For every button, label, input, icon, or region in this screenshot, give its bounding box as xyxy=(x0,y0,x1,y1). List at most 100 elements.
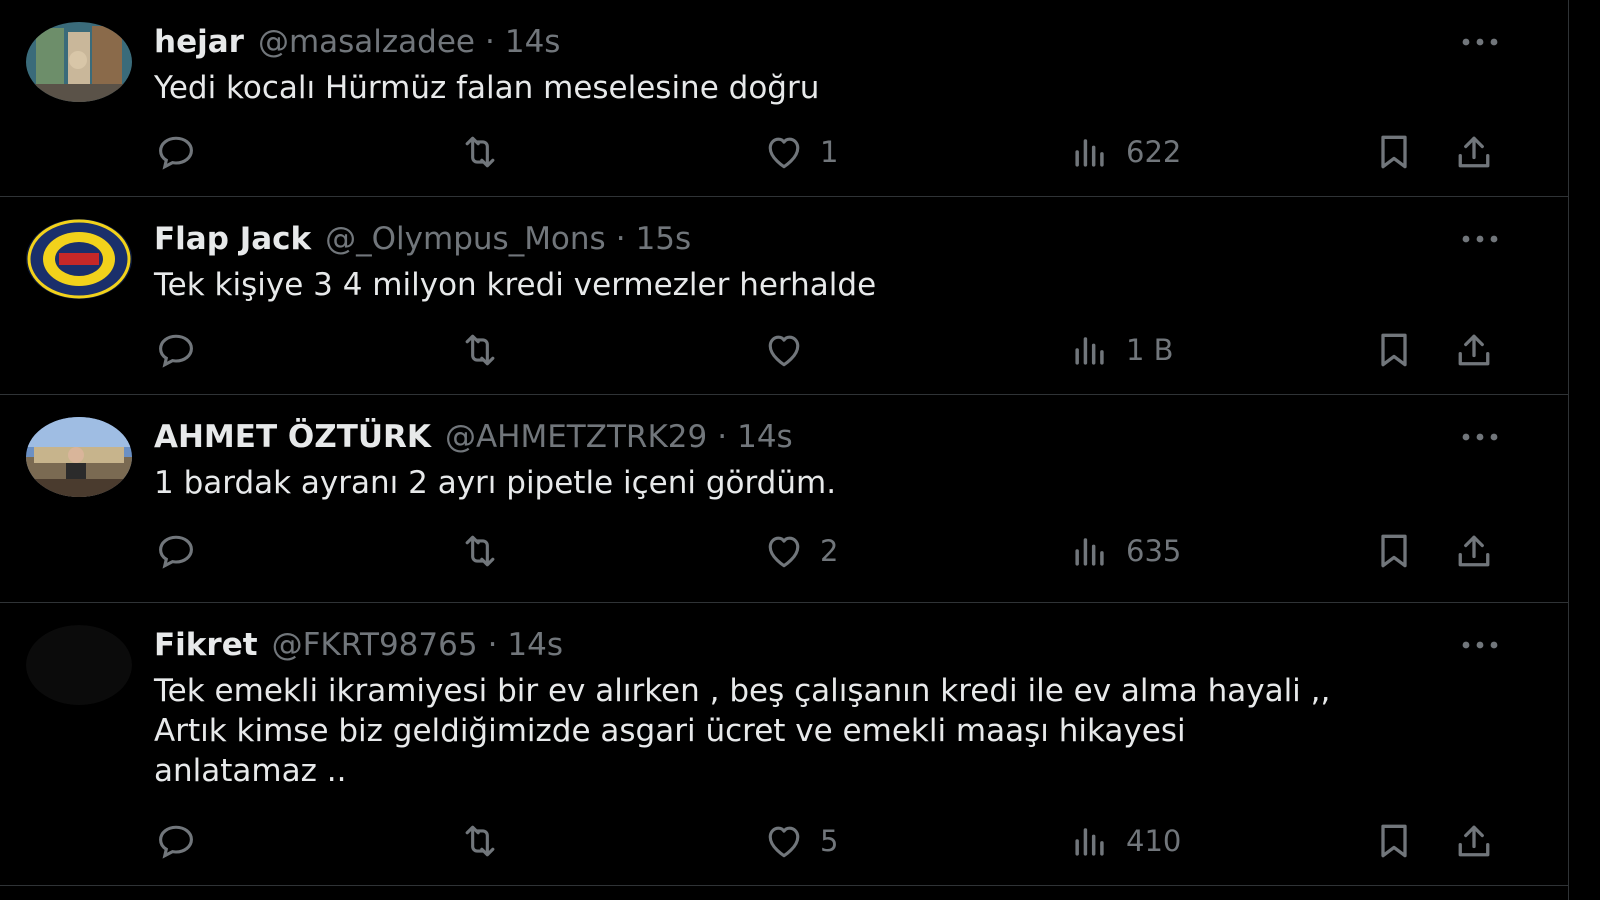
views-button[interactable]: 1 B xyxy=(1068,328,1174,372)
separator-dot: · xyxy=(484,24,495,60)
tweet-time[interactable]: 15s xyxy=(636,221,692,257)
retweet-button[interactable] xyxy=(458,130,516,174)
tweet-time[interactable]: 14s xyxy=(737,419,793,455)
author-handle[interactable]: @AHMETZTRK29 xyxy=(445,419,707,455)
reply-button[interactable] xyxy=(154,130,212,174)
tweet-time[interactable]: 14s xyxy=(507,627,563,663)
tweet-text-line: Tek kişiye 3 4 milyon kredi vermezler he… xyxy=(154,267,877,303)
tweet-actions: 5 410 xyxy=(0,819,1568,863)
share-button[interactable] xyxy=(1452,328,1496,372)
retweet-icon xyxy=(465,825,495,857)
views-icon xyxy=(1075,139,1104,167)
tweet[interactable]: Fikret @FKRT98765 · 14s Tek emekli ikram… xyxy=(0,603,1568,886)
retweet-button[interactable] xyxy=(458,819,516,863)
avatar[interactable] xyxy=(26,22,132,102)
like-button[interactable]: 1 xyxy=(762,130,838,174)
heart-icon xyxy=(768,536,800,568)
retweet-icon xyxy=(465,334,495,366)
bookmark-button[interactable] xyxy=(1372,328,1416,372)
share-icon xyxy=(1458,535,1490,567)
author-handle[interactable]: @FKRT98765 xyxy=(272,627,478,663)
bookmark-icon xyxy=(1381,135,1407,169)
tweet-text: Yedi kocalı Hürmüz falan meselesine doğr… xyxy=(154,68,1514,108)
retweet-button[interactable] xyxy=(458,328,516,372)
bookmark-button[interactable] xyxy=(1372,529,1416,573)
tweet-header: Flap Jack @_Olympus_Mons · 15s xyxy=(154,219,691,259)
reply-icon xyxy=(159,825,193,859)
reply-icon xyxy=(159,535,193,569)
separator-dot: · xyxy=(717,419,728,455)
avatar[interactable] xyxy=(26,625,132,705)
views-button[interactable]: 635 xyxy=(1068,529,1181,573)
tweet-actions: 1 B xyxy=(0,328,1568,372)
reply-button[interactable] xyxy=(154,529,212,573)
share-button[interactable] xyxy=(1452,529,1496,573)
heart-icon xyxy=(768,335,800,367)
more-icon[interactable] xyxy=(1460,26,1500,58)
author-handle[interactable]: @_Olympus_Mons xyxy=(325,221,606,257)
tweet-feed: hejar @masalzadee · 14s Yedi kocalı Hürm… xyxy=(0,0,1569,900)
author-handle[interactable]: @masalzadee xyxy=(258,24,475,60)
bookmark-button[interactable] xyxy=(1372,819,1416,863)
share-button[interactable] xyxy=(1452,130,1496,174)
share-button[interactable] xyxy=(1452,819,1496,863)
tweet-actions: 2 635 xyxy=(0,529,1568,573)
tweet-header: Fikret @FKRT98765 · 14s xyxy=(154,625,563,665)
author-name[interactable]: hejar xyxy=(154,24,244,60)
tweet-text: Tek kişiye 3 4 milyon kredi vermezler he… xyxy=(154,265,1514,305)
views-count: 635 xyxy=(1126,534,1182,568)
tweet-header: hejar @masalzadee · 14s xyxy=(154,22,560,62)
like-count: 5 xyxy=(820,824,839,858)
like-button[interactable]: 5 xyxy=(762,819,838,863)
tweet-text: 1 bardak ayranı 2 ayrı pipetle içeni gör… xyxy=(154,463,1514,503)
tweet-time[interactable]: 14s xyxy=(505,24,561,60)
tweet-text-line: anlatamaz .. xyxy=(154,753,347,789)
like-button[interactable] xyxy=(762,328,820,372)
avatar[interactable] xyxy=(26,417,132,497)
bookmark-icon xyxy=(1381,534,1407,568)
author-name[interactable]: Fikret xyxy=(154,627,258,663)
more-icon[interactable] xyxy=(1460,629,1500,661)
heart-icon xyxy=(768,826,800,858)
views-icon xyxy=(1075,538,1104,566)
more-icon[interactable] xyxy=(1460,421,1500,453)
bookmark-icon xyxy=(1381,333,1407,367)
tweet-text-line: Artık kimse biz geldiğimizde asgari ücre… xyxy=(154,713,1186,749)
share-icon xyxy=(1458,825,1490,857)
views-icon xyxy=(1075,828,1104,856)
avatar[interactable] xyxy=(26,219,132,299)
share-icon xyxy=(1458,334,1490,366)
tweet-header: AHMET ÖZTÜRK @AHMETZTRK29 · 14s xyxy=(154,417,793,457)
more-icon[interactable] xyxy=(1460,223,1500,255)
views-count: 622 xyxy=(1126,135,1182,169)
views-button[interactable]: 410 xyxy=(1068,819,1181,863)
separator-dot: · xyxy=(615,221,626,257)
author-name[interactable]: Flap Jack xyxy=(154,221,311,257)
tweet[interactable]: Flap Jack @_Olympus_Mons · 15s Tek kişiy… xyxy=(0,197,1568,395)
author-name[interactable]: AHMET ÖZTÜRK xyxy=(154,419,431,455)
tweet[interactable]: AHMET ÖZTÜRK @AHMETZTRK29 · 14s 1 bardak… xyxy=(0,395,1568,603)
tweet-text-line: 1 bardak ayranı 2 ayrı pipetle içeni gör… xyxy=(154,465,837,501)
share-icon xyxy=(1458,136,1490,168)
separator-dot: · xyxy=(487,627,498,663)
reply-icon xyxy=(159,136,193,170)
tweet-text-line: Yedi kocalı Hürmüz falan meselesine doğr… xyxy=(154,70,820,106)
retweet-button[interactable] xyxy=(458,529,516,573)
like-button[interactable]: 2 xyxy=(762,529,838,573)
retweet-icon xyxy=(465,136,495,168)
reply-button[interactable] xyxy=(154,819,212,863)
tweet-actions: 1 622 xyxy=(0,130,1568,174)
tweet-text: Tek emekli ikramiyesi bir ev alırken , b… xyxy=(154,671,1514,791)
views-icon xyxy=(1075,337,1104,365)
bookmark-button[interactable] xyxy=(1372,130,1416,174)
reply-button[interactable] xyxy=(154,328,212,372)
like-count: 2 xyxy=(820,534,839,568)
reply-icon xyxy=(159,334,193,368)
views-count: 410 xyxy=(1126,824,1182,858)
tweet[interactable]: hejar @masalzadee · 14s Yedi kocalı Hürm… xyxy=(0,0,1568,197)
like-count: 1 xyxy=(820,135,839,169)
retweet-icon xyxy=(465,535,495,567)
views-button[interactable]: 622 xyxy=(1068,130,1181,174)
bookmark-icon xyxy=(1381,824,1407,858)
tweet-text-line: Tek emekli ikramiyesi bir ev alırken , b… xyxy=(154,673,1331,709)
